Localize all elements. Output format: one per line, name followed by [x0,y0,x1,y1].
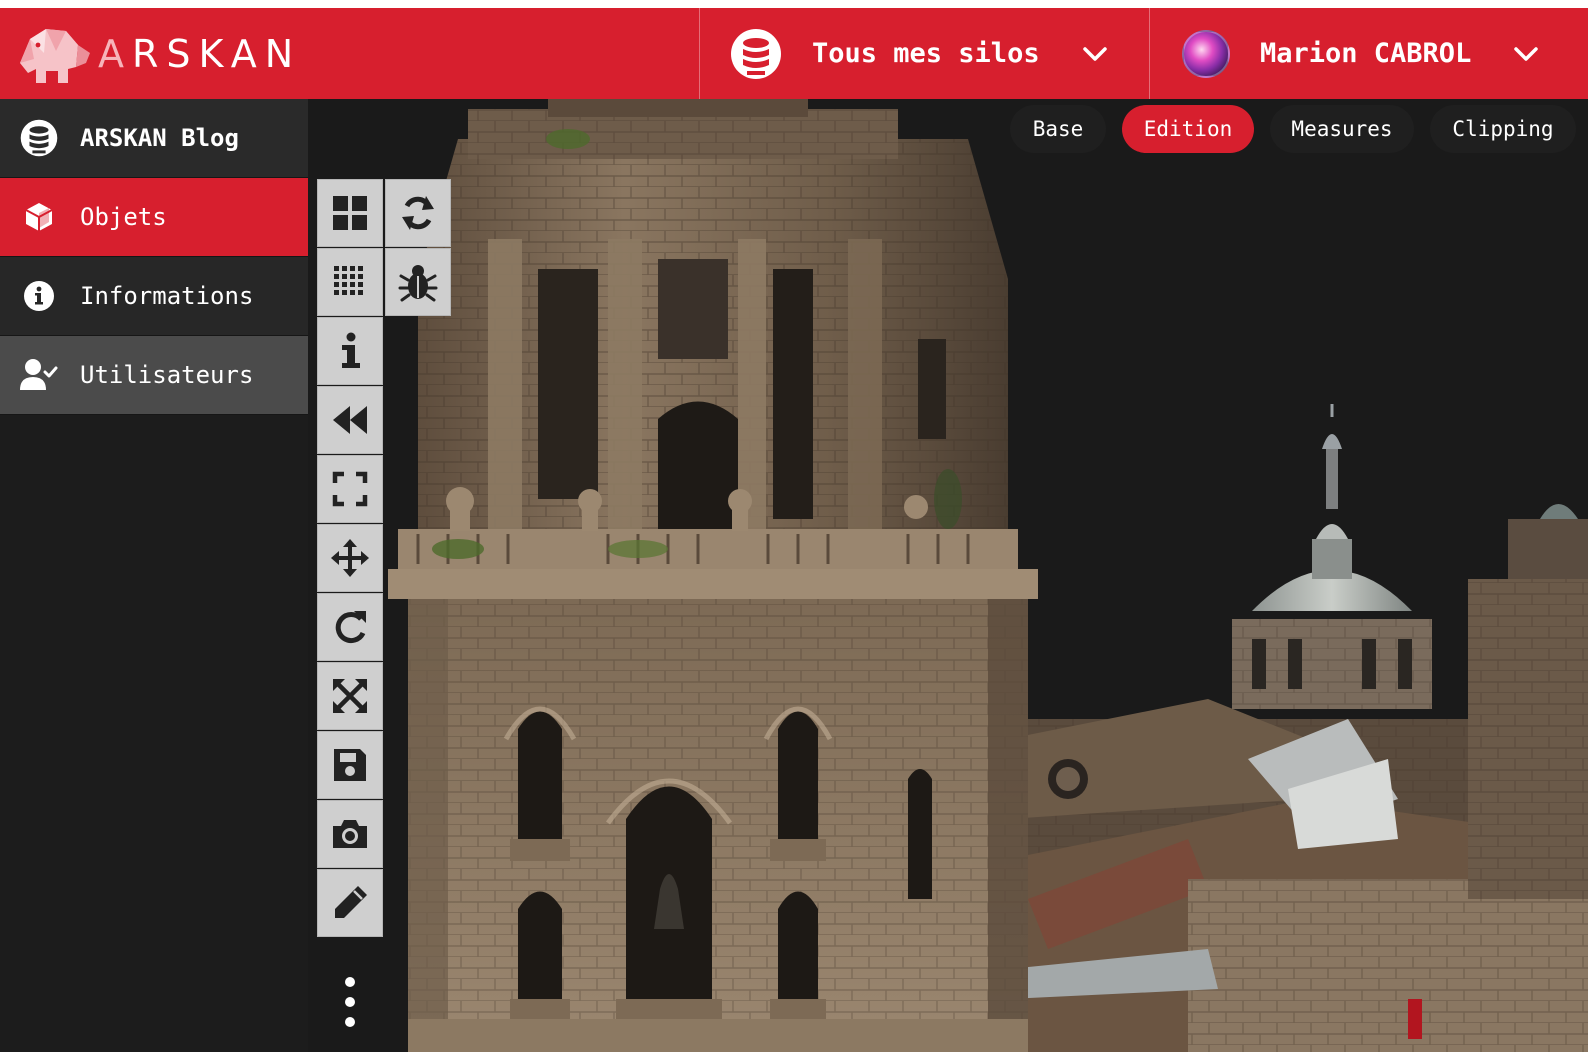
app: ARSKAN Tous mes silos Marion CABROL ARSK… [0,8,1588,1052]
rotate-icon [335,611,366,644]
database-icon [20,119,58,157]
tab-measures[interactable]: Measures [1270,105,1414,153]
grid-layout-button[interactable] [317,179,383,247]
chevron-down-icon [1514,46,1539,61]
sidebar-item-label: Utilisateurs [80,361,254,389]
tab-base[interactable]: Base [1010,105,1106,153]
annotate-button[interactable] [317,869,383,937]
sidebar-item-utilisateurs[interactable]: Utilisateurs [0,336,308,415]
sidebar-item-informations[interactable]: Informations [0,257,308,336]
user-check-icon [20,356,58,394]
chevron-down-icon [1082,46,1107,61]
user-name: Marion CABROL [1260,38,1472,69]
info-icon [342,332,360,368]
bug-icon [398,265,438,302]
more-options-icon[interactable] [338,977,362,1027]
sync-icon [402,196,434,230]
top-bar: ARSKAN Tous mes silos Marion CABROL [0,8,1588,99]
silo-selector-label: Tous mes silos [812,38,1040,69]
sidebar-project[interactable]: ARSKAN Blog [0,99,308,178]
3d-viewer[interactable]: Base Edition Measures Clipping [308,99,1588,1052]
tab-edition[interactable]: Edition [1122,105,1254,153]
camera-icon [333,820,367,848]
move-button[interactable] [317,524,383,592]
elephant-logo-icon [20,28,90,83]
3d-model-scene [388,99,1588,1052]
sidebar-item-objets[interactable]: Objets [0,178,308,257]
user-menu[interactable]: Marion CABROL [1150,8,1588,99]
debug-button[interactable] [385,248,451,316]
save-icon [334,749,366,781]
avatar [1182,29,1230,78]
fullscreen-icon [332,471,368,507]
info-button[interactable] [317,317,383,385]
info-circle-icon [20,277,58,315]
sidebar-item-label: Objets [80,203,167,231]
sync-button[interactable] [385,179,451,247]
cube-icon [20,198,58,236]
move-icon [331,539,369,577]
brand-name: ARSKAN [98,31,302,76]
rewind-button[interactable] [317,386,383,454]
scale-button[interactable] [317,662,383,730]
pencil-icon [335,886,367,918]
rewind-icon [333,406,367,434]
sidebar: ARSKAN Blog Objets Informations Utilisat… [0,99,308,1052]
grid-detail-button[interactable] [317,248,383,316]
grid-small-icon [334,266,363,295]
grid-large-icon [333,196,367,230]
fullscreen-button[interactable] [317,455,383,523]
database-icon [731,28,781,79]
sidebar-project-label: ARSKAN Blog [80,124,239,152]
tab-clipping[interactable]: Clipping [1430,105,1576,153]
brand-logo[interactable]: ARSKAN [0,8,700,99]
view-mode-tabs: Base Edition Measures Clipping [1010,105,1576,153]
screenshot-button[interactable] [317,800,383,868]
sidebar-item-label: Informations [80,282,254,310]
scale-icon [333,679,367,713]
silo-selector[interactable]: Tous mes silos [700,8,1150,99]
rotate-button[interactable] [317,593,383,661]
save-button[interactable] [317,731,383,799]
